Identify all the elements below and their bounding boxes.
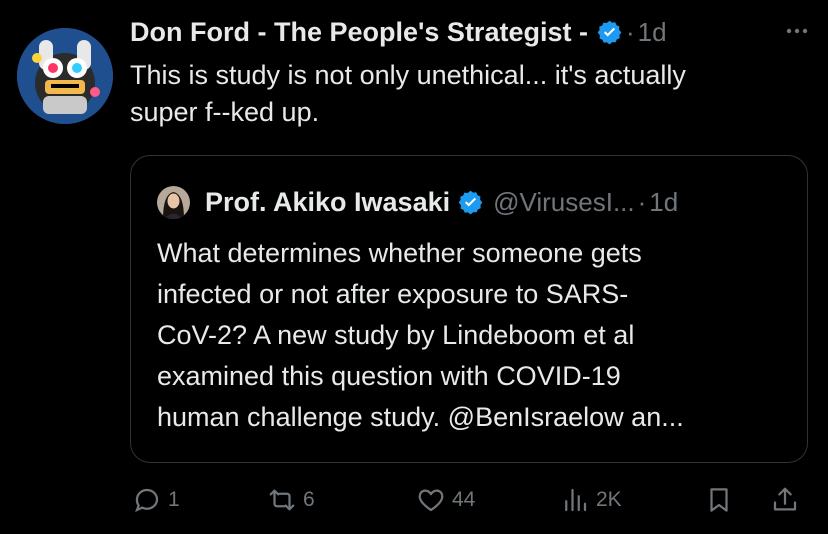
share-button[interactable] — [770, 478, 800, 522]
action-bar: 1 6 44 2K — [130, 478, 810, 522]
post-text: This is study is not only unethical... i… — [130, 57, 810, 131]
reply-bubble-icon — [135, 488, 159, 513]
quoted-text-line: examined this question with COVID-19 — [157, 361, 621, 391]
quoted-post-text: What determines whether someone gets inf… — [157, 233, 787, 438]
more-dots-icon[interactable] — [782, 16, 812, 46]
views-count: 2K — [596, 488, 622, 511]
repost-count: 6 — [303, 488, 315, 511]
quoted-text-line: What determines whether someone gets — [157, 238, 642, 268]
reply-count: 1 — [168, 488, 180, 511]
heart-icon — [418, 489, 444, 512]
post-time[interactable]: 1d — [638, 17, 667, 48]
quoted-post-card[interactable]: Prof. Akiko Iwasaki @VirusesI... · 1d Wh… — [130, 155, 808, 463]
quoted-author-handle: @VirusesI... — [493, 186, 635, 217]
like-count: 44 — [452, 488, 476, 511]
author-avatar[interactable] — [17, 28, 113, 124]
quoted-separator: · — [637, 186, 647, 217]
author-avatar-image — [17, 28, 113, 124]
verified-badge-icon[interactable] — [596, 19, 623, 46]
repost-button[interactable]: 6 — [267, 478, 315, 522]
quoted-post-header: Prof. Akiko Iwasaki @VirusesI... · 1d — [157, 184, 793, 220]
post-text-line: super f--ked up. — [130, 97, 320, 127]
quoted-author-avatar-image — [157, 185, 190, 219]
quoted-text-line: CoV-2? A new study by Lindeboom et al — [157, 320, 635, 350]
bookmark-icon — [710, 488, 728, 512]
reply-button[interactable]: 1 — [132, 478, 180, 522]
post-header: Don Ford - The People's Strategist - · 1… — [130, 14, 814, 50]
bookmark-button[interactable] — [704, 478, 734, 522]
verified-badge-icon — [458, 190, 483, 214]
post-text-line: This is study is not only unethical... i… — [130, 60, 686, 90]
author-name[interactable]: Don Ford - The People's Strategist - — [130, 17, 588, 48]
bar-chart-icon — [565, 488, 587, 512]
quoted-text-line: human challenge study. @BenIsraelow an..… — [157, 402, 684, 432]
quoted-time: 1d — [649, 186, 679, 217]
post-separator: · — [625, 16, 635, 47]
quoted-author-avatar — [157, 185, 190, 219]
repost-arrows-icon — [269, 489, 295, 511]
like-button[interactable]: 44 — [416, 478, 475, 522]
share-upload-icon — [773, 487, 797, 511]
quoted-author-name: Prof. Akiko Iwasaki — [205, 186, 451, 217]
views-button[interactable]: 2K — [560, 478, 622, 522]
quoted-text-line: infected or not after exposure to SARS- — [157, 279, 629, 309]
